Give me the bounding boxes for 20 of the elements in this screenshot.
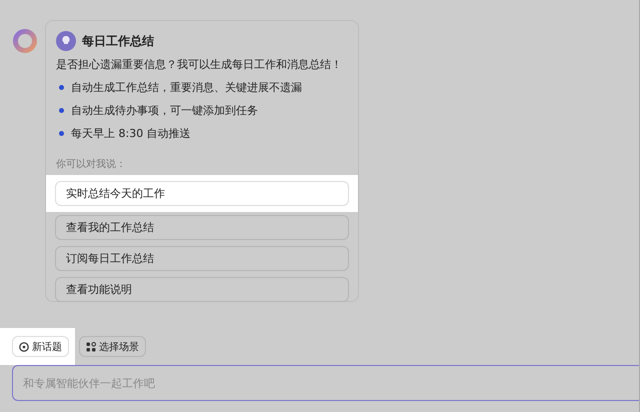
bullet-icon	[59, 108, 64, 113]
card-title: 每日工作总结	[82, 32, 154, 50]
lightbulb-icon	[56, 31, 76, 51]
feature-text: 自动生成待办事项，可一键添加到任务	[71, 103, 258, 118]
suggestion-button[interactable]: 查看我的工作总结	[55, 215, 349, 240]
suggestion-button[interactable]: 订阅每日工作总结	[55, 246, 349, 271]
assistant-avatar-icon	[12, 28, 38, 54]
message-input[interactable]: 和专属智能伙伴一起工作吧	[12, 365, 639, 401]
bullet-icon	[59, 85, 64, 90]
scene-button[interactable]: 选择场景	[79, 336, 146, 357]
bullet-icon	[59, 131, 64, 136]
suggestion-button[interactable]: 查看功能说明	[55, 277, 349, 302]
suggestion-button[interactable]: 实时总结今天的工作	[55, 181, 349, 206]
intro-text: 是否担心遗漏重要信息？我可以生成每日工作和消息总结！	[55, 57, 343, 73]
feature-text: 每天早上 8:30 自动推送	[71, 126, 191, 141]
plus-circle-icon	[19, 342, 29, 352]
feature-text: 自动生成工作总结，重要消息、关键进展不遗漏	[71, 80, 302, 95]
prompt-label: 你可以对我说：	[55, 158, 127, 172]
new-topic-button[interactable]: 新话题	[12, 336, 69, 357]
grid-icon	[86, 342, 96, 352]
